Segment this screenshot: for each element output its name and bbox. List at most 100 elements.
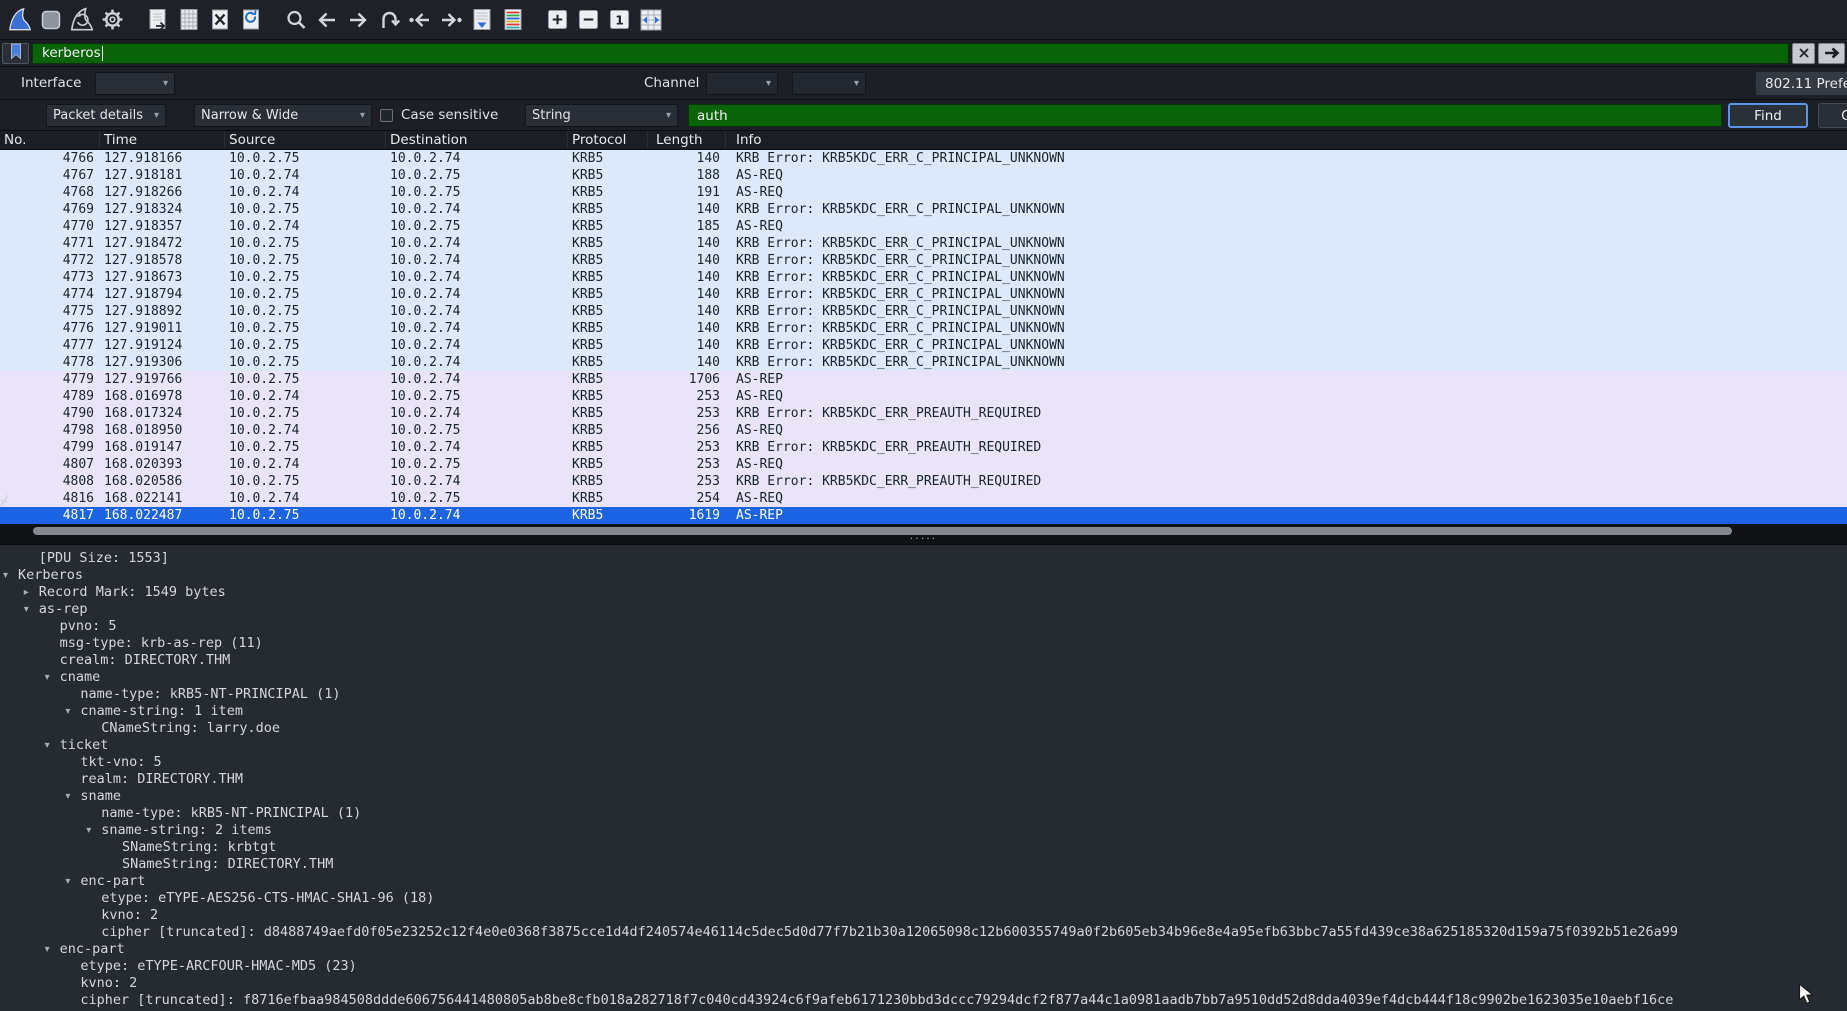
- packet-row[interactable]: 4789168.01697810.0.2.7410.0.2.75KRB5253A…: [0, 388, 1847, 405]
- restart-capture-button[interactable]: [66, 4, 97, 36]
- capture-options-button[interactable]: [97, 4, 128, 36]
- pane-splitter-handle[interactable]: ·····: [0, 534, 1847, 544]
- detail-line[interactable]: ▾sname-string: 2 items: [0, 822, 1847, 839]
- expand-open-icon[interactable]: ▾: [45, 941, 50, 958]
- detail-line[interactable]: name-type: kRB5-NT-PRINCIPAL (1): [0, 686, 1847, 703]
- detail-line[interactable]: ▾cname: [0, 669, 1847, 686]
- packet-row[interactable]: 4779127.91976610.0.2.7510.0.2.74KRB51706…: [0, 371, 1847, 388]
- detail-line[interactable]: msg-type: krb-as-rep (11): [0, 635, 1847, 652]
- column-header-destination[interactable]: Destination: [386, 131, 568, 149]
- go-forward-button[interactable]: [342, 4, 373, 36]
- case-sensitive-checkbox[interactable]: [380, 109, 393, 122]
- column-header-info[interactable]: Info: [726, 131, 1847, 149]
- detail-line[interactable]: ▾Kerberos: [0, 567, 1847, 584]
- packet-row[interactable]: 4817168.02248710.0.2.7510.0.2.74KRB51619…: [0, 507, 1847, 524]
- detail-line[interactable]: ▾ticket: [0, 737, 1847, 754]
- packet-row[interactable]: 4767127.91818110.0.2.7410.0.2.75KRB5188A…: [0, 167, 1847, 184]
- detail-line[interactable]: name-type: kRB5-NT-PRINCIPAL (1): [0, 805, 1847, 822]
- packet-row[interactable]: 4776127.91901110.0.2.7510.0.2.74KRB5140K…: [0, 320, 1847, 337]
- stop-capture-button[interactable]: [35, 4, 66, 36]
- packet-row[interactable]: 4777127.91912410.0.2.7510.0.2.74KRB5140K…: [0, 337, 1847, 354]
- interface-dropdown[interactable]: ▾: [95, 72, 175, 95]
- column-header-time[interactable]: Time: [100, 131, 225, 149]
- zoom-in-button[interactable]: [542, 4, 573, 36]
- go-to-packet-button[interactable]: [373, 4, 404, 36]
- expand-open-icon[interactable]: ▾: [45, 669, 50, 686]
- column-header-length[interactable]: Length: [648, 131, 726, 149]
- apply-filter-button[interactable]: [1818, 43, 1845, 64]
- packet-row[interactable]: 4808168.02058610.0.2.7510.0.2.74KRB5253K…: [0, 473, 1847, 490]
- packet-row[interactable]: 4774127.91879410.0.2.7510.0.2.74KRB5140K…: [0, 286, 1847, 303]
- zoom-out-button[interactable]: [573, 4, 604, 36]
- reload-file-button[interactable]: [235, 4, 266, 36]
- packet-row[interactable]: 4816168.02214110.0.2.7410.0.2.75KRB5254A…: [0, 490, 1847, 507]
- detail-line[interactable]: kvno: 2: [0, 907, 1847, 924]
- packet-row[interactable]: 4768127.91826610.0.2.7410.0.2.75KRB5191A…: [0, 184, 1847, 201]
- search-input[interactable]: auth: [688, 104, 1722, 127]
- detail-line[interactable]: kvno: 2: [0, 975, 1847, 992]
- packet-row[interactable]: 4771127.91847210.0.2.7510.0.2.74KRB5140K…: [0, 235, 1847, 252]
- expand-open-icon[interactable]: ▾: [65, 873, 70, 890]
- expand-closed-icon[interactable]: ▸: [24, 584, 29, 601]
- open-file-button[interactable]: [142, 4, 173, 36]
- detail-line[interactable]: etype: eTYPE-AES256-CTS-HMAC-SHA1-96 (18…: [0, 890, 1847, 907]
- detail-line[interactable]: crealm: DIRECTORY.THM: [0, 652, 1847, 669]
- packet-row[interactable]: 4770127.91835710.0.2.7410.0.2.75KRB5185A…: [0, 218, 1847, 235]
- display-filter-input[interactable]: kerberos: [32, 43, 1789, 64]
- detail-line[interactable]: SNameString: krbtgt: [0, 839, 1847, 856]
- expand-open-icon[interactable]: ▾: [45, 737, 50, 754]
- detail-line[interactable]: ▾enc-part: [0, 941, 1847, 958]
- find-button[interactable]: Find: [1728, 103, 1808, 128]
- first-packet-button[interactable]: [404, 4, 435, 36]
- column-header-no[interactable]: No.: [0, 131, 100, 149]
- detail-line[interactable]: ▾as-rep: [0, 601, 1847, 618]
- last-packet-button[interactable]: [435, 4, 466, 36]
- detail-line[interactable]: SNameString: DIRECTORY.THM: [0, 856, 1847, 873]
- column-header-source[interactable]: Source: [225, 131, 386, 149]
- expand-open-icon[interactable]: ▾: [3, 567, 8, 584]
- packet-row[interactable]: 4773127.91867310.0.2.7510.0.2.74KRB5140K…: [0, 269, 1847, 286]
- packet-row[interactable]: 4769127.91832410.0.2.7510.0.2.74KRB5140K…: [0, 201, 1847, 218]
- detail-line[interactable]: realm: DIRECTORY.THM: [0, 771, 1847, 788]
- packet-row[interactable]: 4775127.91889210.0.2.7510.0.2.74KRB5140K…: [0, 303, 1847, 320]
- channel-offset-dropdown[interactable]: ▾: [792, 72, 866, 95]
- expand-open-icon[interactable]: ▾: [24, 601, 29, 618]
- packet-row[interactable]: 4798168.01895010.0.2.7410.0.2.75KRB5256A…: [0, 422, 1847, 439]
- packet-row[interactable]: 4772127.91857810.0.2.7510.0.2.74KRB5140K…: [0, 252, 1847, 269]
- detail-line[interactable]: pvno: 5: [0, 618, 1847, 635]
- detail-line[interactable]: ▾cname-string: 1 item: [0, 703, 1847, 720]
- colorize-button[interactable]: [497, 4, 528, 36]
- detail-line[interactable]: CNameString: larry.doe: [0, 720, 1847, 737]
- packet-row[interactable]: 4807168.02039310.0.2.7410.0.2.75KRB5253A…: [0, 456, 1847, 473]
- expand-open-icon[interactable]: ▾: [86, 822, 91, 839]
- close-file-button[interactable]: [204, 4, 235, 36]
- auto-scroll-button[interactable]: [466, 4, 497, 36]
- expand-open-icon[interactable]: ▾: [65, 703, 70, 720]
- detail-line[interactable]: tkt-vno: 5: [0, 754, 1847, 771]
- detail-line[interactable]: cipher [truncated]: d8488749aefd0f05e232…: [0, 924, 1847, 941]
- packet-row[interactable]: 4790168.01732410.0.2.7510.0.2.74KRB5253K…: [0, 405, 1847, 422]
- char-width-dropdown[interactable]: Narrow & Wide▾: [194, 104, 372, 127]
- channel-dropdown[interactable]: ▾: [706, 72, 778, 95]
- detail-line[interactable]: cipher [truncated]: f8716efbaa984508ddde…: [0, 992, 1847, 1009]
- detail-line[interactable]: etype: eTYPE-ARCFOUR-HMAC-MD5 (23): [0, 958, 1847, 975]
- filter-bookmark-button[interactable]: [2, 43, 29, 64]
- packet-row[interactable]: 4778127.91930610.0.2.7510.0.2.74KRB5140K…: [0, 354, 1847, 371]
- detail-line[interactable]: ▸Record Mark: 1549 bytes: [0, 584, 1847, 601]
- clear-filter-button[interactable]: [1792, 43, 1815, 64]
- detail-line[interactable]: [PDU Size: 1553]: [0, 550, 1847, 567]
- start-capture-button[interactable]: [4, 4, 35, 36]
- search-scope-dropdown[interactable]: Packet details▾: [46, 104, 166, 127]
- packet-row[interactable]: 4766127.91816610.0.2.7510.0.2.74KRB5140K…: [0, 150, 1847, 167]
- go-back-button[interactable]: [311, 4, 342, 36]
- cancel-button[interactable]: Cancel: [1818, 103, 1847, 128]
- detail-line[interactable]: ▾enc-part: [0, 873, 1847, 890]
- search-type-dropdown[interactable]: String▾: [525, 104, 678, 127]
- zoom-100-button[interactable]: 1: [604, 4, 635, 36]
- column-header-protocol[interactable]: Protocol: [568, 131, 648, 149]
- packet-row[interactable]: 4799168.01914710.0.2.7510.0.2.74KRB5253K…: [0, 439, 1847, 456]
- resize-columns-button[interactable]: [635, 4, 666, 36]
- detail-line[interactable]: ▾sname: [0, 788, 1847, 805]
- find-packet-button[interactable]: [280, 4, 311, 36]
- expand-open-icon[interactable]: ▾: [65, 788, 70, 805]
